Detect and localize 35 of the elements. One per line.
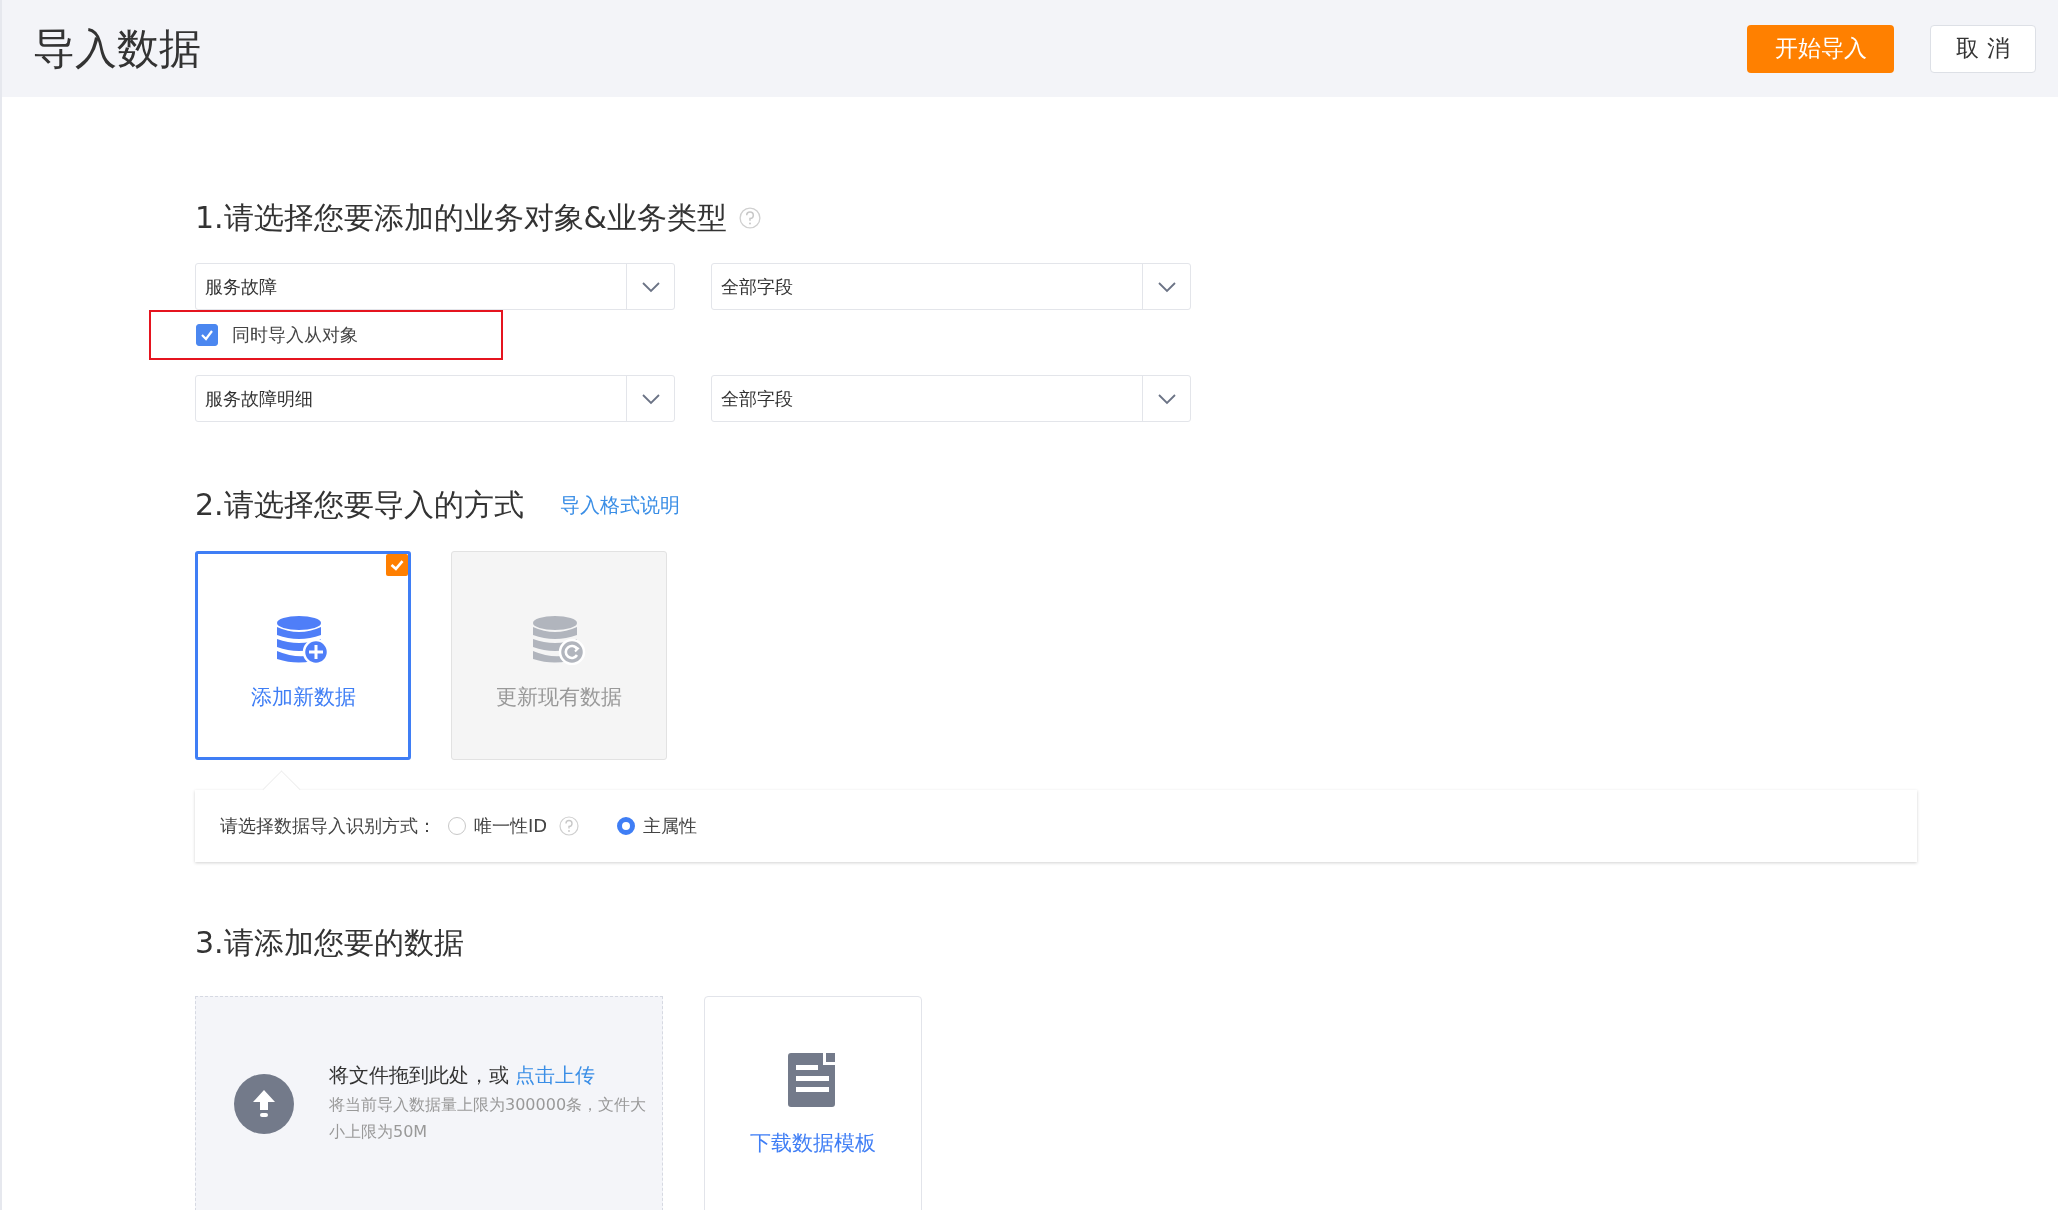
- dropdown-select[interactable]: 全部字段: [711, 263, 1191, 310]
- database-refresh-icon: [532, 614, 586, 665]
- method-label: 添加新数据: [250, 683, 356, 711]
- help-icon[interactable]: [559, 816, 580, 836]
- radio-label: 主属性: [643, 814, 698, 838]
- help-icon[interactable]: [739, 207, 762, 229]
- chevron-down-icon: [1156, 280, 1177, 293]
- upload-dropzone[interactable]: 将文件拖到此处，或 点击上传 将当前导入数据量上限为300000条，文件大小上限为50M: [195, 996, 663, 1210]
- chevron-down-icon: [640, 392, 661, 405]
- chevron-down-icon: [1156, 392, 1177, 405]
- dropdown-select[interactable]: 全部字段: [711, 375, 1191, 422]
- identify-label: 请选择数据导入识别方式：: [220, 814, 436, 838]
- radio-button[interactable]: [448, 817, 466, 835]
- check-badge-icon: [386, 554, 408, 576]
- dropdown-select[interactable]: 服务故障明细: [195, 375, 675, 422]
- cancel-button[interactable]: 取 消: [1930, 24, 2036, 73]
- template-label: 下载数据模板: [750, 1130, 876, 1157]
- database-plus-icon: [276, 614, 330, 665]
- document-icon: [788, 1053, 838, 1107]
- page-title: 导入数据: [33, 22, 201, 75]
- template-card[interactable]: 下载数据模板: [704, 996, 922, 1210]
- radio-button[interactable]: [617, 817, 636, 835]
- upload-limit-hint: 将当前导入数据量上限为300000条，文件大小上限为50M: [329, 1094, 648, 1143]
- checkbox[interactable]: [196, 324, 218, 346]
- section-title: 3.请添加您要的数据: [195, 923, 464, 962]
- checkbox-label: 同时导入从对象: [232, 323, 358, 347]
- method-label: 更新现有数据: [496, 683, 622, 711]
- chevron-down-icon: [640, 280, 661, 293]
- section-title: 1.请选择您要添加的业务对象&业务类型: [195, 198, 728, 237]
- dropdown-select[interactable]: 服务故障: [195, 263, 675, 310]
- method-card[interactable]: 添加新数据: [195, 551, 411, 760]
- format-help-link[interactable]: 导入格式说明: [559, 491, 680, 519]
- radio-label: 唯一性ID: [474, 814, 548, 838]
- section-title: 2.请选择您要导入的方式: [195, 485, 524, 524]
- upload-instruction: 将文件拖到此处，或: [329, 1063, 509, 1087]
